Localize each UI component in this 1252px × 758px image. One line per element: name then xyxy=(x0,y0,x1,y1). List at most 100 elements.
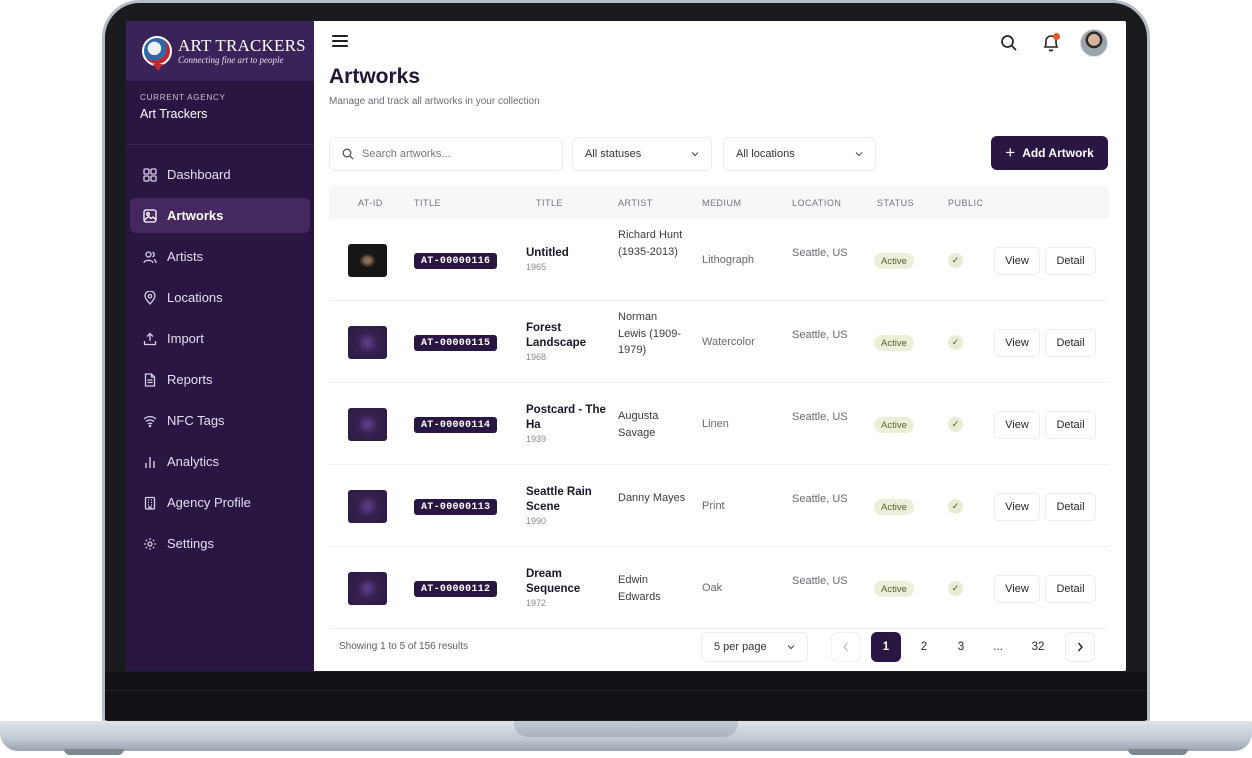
column-header-artist[interactable]: ARTIST xyxy=(618,198,653,208)
detail-button[interactable]: Detail xyxy=(1045,493,1096,521)
search-field[interactable] xyxy=(329,137,563,171)
brand[interactable]: ART TRACKERS Connecting fine art to peop… xyxy=(126,21,314,81)
artwork-title: Untitled xyxy=(526,247,569,259)
previous-page-button[interactable] xyxy=(831,632,861,662)
medium: Print xyxy=(702,500,725,512)
laptop-foot xyxy=(64,749,124,755)
table-row[interactable]: AT-00000114 Postcard - The Ha 1939 Augus… xyxy=(329,383,1109,465)
search-icon[interactable] xyxy=(1000,34,1018,52)
sidebar-item-locations[interactable]: Locations xyxy=(130,280,310,315)
artwork-year: 1939 xyxy=(526,434,547,444)
laptop-foot xyxy=(1128,749,1188,755)
location: Seattle, US xyxy=(792,247,848,259)
public-check-icon: ✓ xyxy=(948,253,963,268)
view-button[interactable]: View xyxy=(994,575,1040,603)
top-bar xyxy=(314,21,1126,65)
sidebar-item-reports[interactable]: Reports xyxy=(130,362,310,397)
page-button-32[interactable]: 32 xyxy=(1023,632,1053,662)
artwork-thumbnail[interactable] xyxy=(348,326,387,359)
sidebar-item-nfc-tags[interactable]: NFC Tags xyxy=(130,403,310,438)
menu-icon[interactable] xyxy=(332,35,348,47)
laptop-bezel xyxy=(105,672,1147,720)
sidebar-item-label: Artworks xyxy=(167,208,224,223)
avatar[interactable] xyxy=(1080,29,1108,57)
page-ellipsis: ... xyxy=(993,641,1003,653)
sidebar-item-import[interactable]: Import xyxy=(130,321,310,356)
table-row[interactable]: AT-00000112 Dream Sequence 1972 Edwin Ed… xyxy=(329,547,1109,629)
artwork-thumbnail[interactable] xyxy=(348,572,387,605)
view-button[interactable]: View xyxy=(994,247,1040,275)
artwork-thumbnail[interactable] xyxy=(348,244,387,277)
sidebar-item-artists[interactable]: Artists xyxy=(130,239,310,274)
sidebar-item-label: Agency Profile xyxy=(167,495,251,510)
artwork-thumbnail[interactable] xyxy=(348,490,387,523)
column-header-public[interactable]: PUBLIC xyxy=(948,198,984,208)
status-badge: Active xyxy=(874,417,914,433)
column-header-status[interactable]: STATUS xyxy=(877,198,914,208)
sidebar-item-label: Settings xyxy=(167,536,214,551)
notification-dot xyxy=(1053,33,1060,40)
column-header-title[interactable]: TITLE xyxy=(536,198,563,208)
sidebar-item-label: Import xyxy=(167,331,204,346)
artwork-title-cell: Seattle Rain Scene 1990 xyxy=(526,485,608,526)
public-check-icon: ✓ xyxy=(948,417,963,432)
location-filter-select[interactable]: All locations xyxy=(723,137,876,171)
per-page-select[interactable]: 5 per page xyxy=(701,632,808,662)
sidebar-item-label: Dashboard xyxy=(167,167,231,182)
sidebar-item-dashboard[interactable]: Dashboard xyxy=(130,157,310,192)
table-row[interactable]: AT-00000113 Seattle Rain Scene 1990 Dann… xyxy=(329,465,1109,547)
detail-button[interactable]: Detail xyxy=(1045,411,1096,439)
sidebar-item-label: Artists xyxy=(167,249,204,264)
public-check-icon: ✓ xyxy=(948,335,963,350)
view-button[interactable]: View xyxy=(994,411,1040,439)
sidebar-item-analytics[interactable]: Analytics xyxy=(130,444,310,479)
status-badge: Active xyxy=(874,335,914,351)
next-page-button[interactable] xyxy=(1065,632,1095,662)
artwork-title: Seattle Rain Scene xyxy=(526,486,592,513)
status-filter-value: All statuses xyxy=(585,148,642,160)
globe-logo-icon xyxy=(142,36,172,71)
medium: Oak xyxy=(702,582,723,594)
page-title: Artworks xyxy=(329,65,421,88)
artwork-title: Forest Landscape xyxy=(526,322,587,349)
chevron-down-icon xyxy=(855,152,863,157)
artist-name: Norman Lewis (1909-1979) xyxy=(618,311,681,356)
status-badge: Active xyxy=(874,499,914,515)
sidebar-item-label: Locations xyxy=(167,290,223,305)
detail-button[interactable]: Detail xyxy=(1045,329,1096,357)
artwork-id-badge: AT-00000112 xyxy=(414,581,498,597)
page-button-2[interactable]: 2 xyxy=(909,632,939,662)
column-header-location[interactable]: LOCATION xyxy=(792,198,841,208)
artwork-title: Postcard - The Ha xyxy=(526,404,606,431)
grid-icon xyxy=(143,167,157,182)
agency-label: CURRENT AGENCY xyxy=(140,93,226,102)
page-button-3[interactable]: 3 xyxy=(946,632,976,662)
medium: Watercolor xyxy=(702,336,755,348)
sidebar-item-label: Analytics xyxy=(167,454,220,469)
chevron-down-icon xyxy=(691,152,699,157)
view-button[interactable]: View xyxy=(994,493,1040,521)
page-subtitle: Manage and track all artworks in your co… xyxy=(329,96,540,107)
location: Seattle, US xyxy=(792,575,848,587)
status-filter-select[interactable]: All statuses xyxy=(572,137,712,171)
artwork-id-badge: AT-00000113 xyxy=(414,499,498,515)
column-header-at-id[interactable]: AT-ID xyxy=(358,198,383,208)
detail-button[interactable]: Detail xyxy=(1045,247,1096,275)
add-artwork-button[interactable]: + Add Artwork xyxy=(991,136,1108,170)
column-header-medium[interactable]: MEDIUM xyxy=(702,198,742,208)
artwork-thumbnail[interactable] xyxy=(348,408,387,441)
table-row[interactable]: AT-00000115 Forest Landscape 1968 Norman… xyxy=(329,301,1109,383)
column-header-title[interactable]: TITLE xyxy=(414,198,441,208)
location: Seattle, US xyxy=(792,493,848,505)
page-button-1[interactable]: 1 xyxy=(871,632,901,662)
view-button[interactable]: View xyxy=(994,329,1040,357)
artwork-title-cell: Dream Sequence 1972 xyxy=(526,567,608,608)
sidebar-item-agency-profile[interactable]: Agency Profile xyxy=(130,485,310,520)
document-icon xyxy=(143,372,157,387)
search-input[interactable] xyxy=(362,148,542,160)
table-row[interactable]: AT-00000116 Untitled 1965 Richard Hunt (… xyxy=(329,219,1109,301)
artwork-title-cell: Postcard - The Ha 1939 xyxy=(526,403,608,444)
sidebar-item-artworks[interactable]: Artworks xyxy=(130,198,310,233)
detail-button[interactable]: Detail xyxy=(1045,575,1096,603)
sidebar-item-settings[interactable]: Settings xyxy=(130,526,310,561)
